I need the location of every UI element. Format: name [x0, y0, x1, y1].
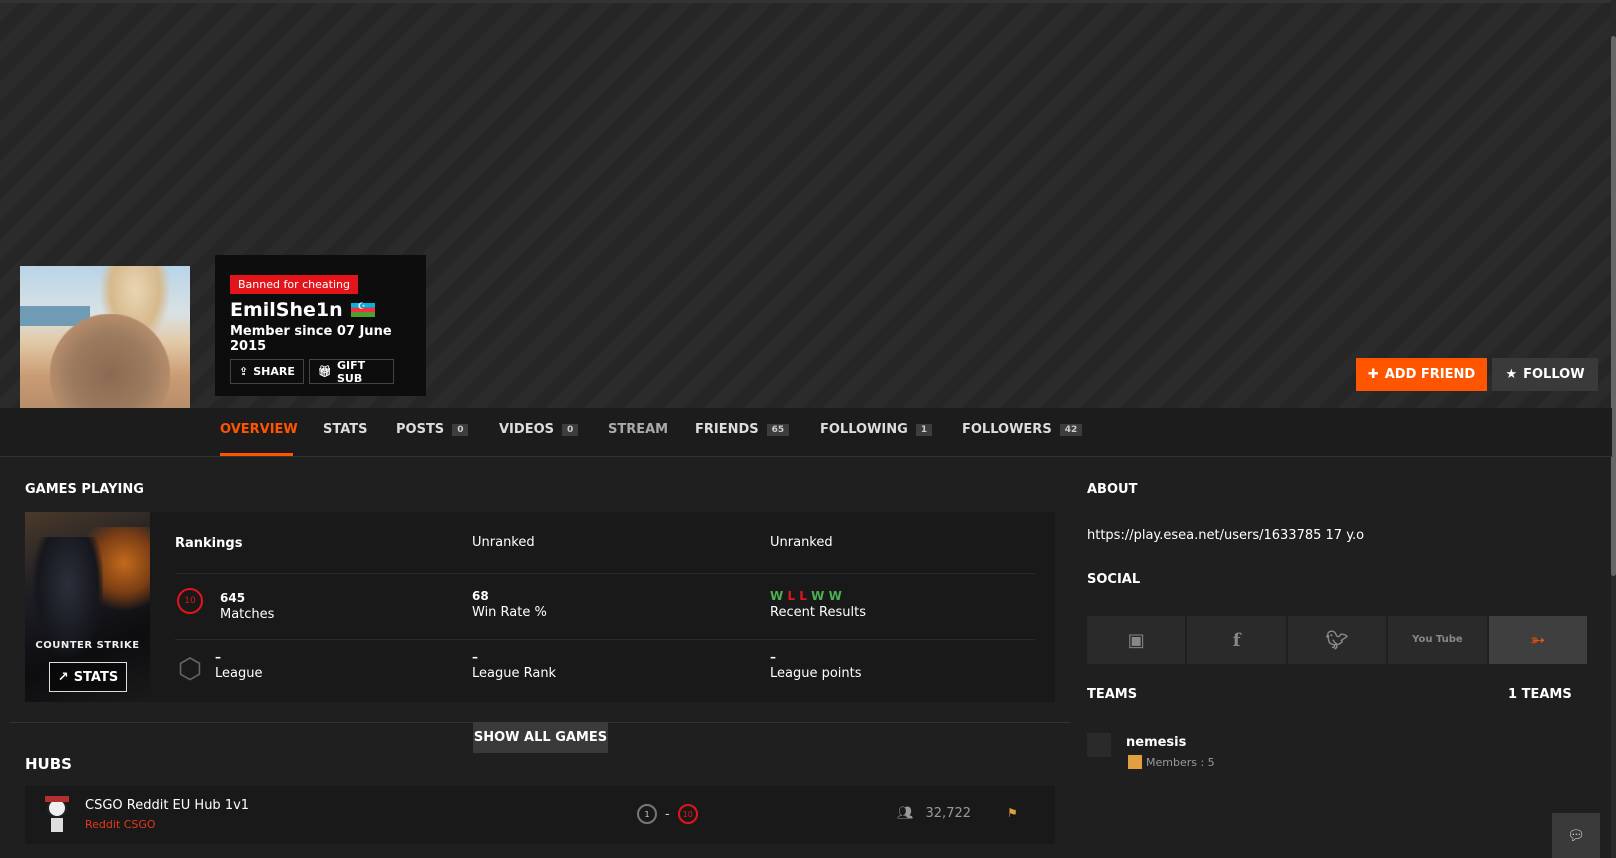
- tab-posts[interactable]: POSTS 0: [396, 422, 469, 437]
- users-icon: 👥︎: [897, 806, 914, 821]
- recent-results-stat: W L L W W Recent Results: [770, 589, 867, 620]
- rankings-label: Rankings: [175, 536, 243, 551]
- tab-count: 0: [561, 423, 579, 436]
- member-since: Member since 07 June 2015: [230, 324, 392, 354]
- teams-count: 1 TEAMS: [1508, 687, 1572, 702]
- ban-badge: Banned for cheating: [230, 275, 358, 294]
- team-logo[interactable]: [1087, 733, 1111, 757]
- league-stat: – League: [215, 650, 263, 681]
- steam-icon[interactable]: ➳: [1488, 616, 1588, 664]
- range-separator: -: [665, 806, 670, 822]
- hub-level-range: 1 - 10: [637, 804, 698, 824]
- active-tab-indicator: [220, 453, 293, 456]
- tab-count: 42: [1059, 423, 1083, 436]
- matches-stat: 645 Matches: [220, 591, 275, 622]
- stats-label: STATS: [73, 669, 119, 685]
- hub-item[interactable]: CSGO Reddit EU Hub 1v1 Reddit CSGO 1 - 1…: [25, 786, 1055, 844]
- profile-info-box: Banned for cheating EmilShe1n Member sin…: [215, 255, 426, 396]
- youtube-icon[interactable]: You Tube: [1388, 616, 1487, 664]
- league-row: ⬡ – League – League Rank – League points: [175, 640, 1035, 702]
- social-title: SOCIAL: [1087, 572, 1141, 587]
- region-flag-icon: ⚑: [1007, 806, 1018, 820]
- gift-sub-button[interactable]: 🎁︎ GIFT SUB: [309, 358, 394, 385]
- scrollbar-thumb[interactable]: [1611, 36, 1616, 576]
- league-rank-stat: – League Rank: [472, 650, 557, 681]
- tab-videos[interactable]: VIDEOS 0: [499, 422, 579, 437]
- team-rank-icon: [1128, 755, 1142, 769]
- tab-stream[interactable]: STREAM: [608, 422, 668, 437]
- reddit-alien-icon: [41, 796, 73, 834]
- twitter-icon[interactable]: 🐦︎: [1287, 616, 1387, 664]
- username: EmilShe1n: [230, 299, 343, 321]
- chat-icon[interactable]: 💬︎: [1552, 813, 1600, 858]
- team-member-count: Members : 5: [1128, 755, 1215, 769]
- game-cover-title: COUNTER STRIKE: [35, 640, 140, 651]
- rank-value-2: Unranked: [770, 535, 833, 550]
- hub-name[interactable]: CSGO Reddit EU Hub 1v1: [85, 798, 249, 813]
- add-user-icon: ✚: [1367, 367, 1379, 382]
- performance-row: 10 645 Matches 68 Win Rate % W L L W W R…: [175, 574, 1035, 640]
- tab-followers[interactable]: FOLLOWERS 42: [962, 422, 1083, 437]
- league-points-stat: – League points: [770, 650, 862, 681]
- share-label: SHARE: [253, 365, 295, 378]
- twitch-icon[interactable]: ▣: [1087, 616, 1186, 664]
- team-name[interactable]: nemesis: [1126, 735, 1186, 750]
- max-level-icon: 10: [677, 804, 698, 824]
- facebook-icon[interactable]: f: [1187, 616, 1286, 664]
- tab-count: 1: [915, 423, 933, 436]
- games-playing-title: GAMES PLAYING: [25, 482, 144, 497]
- teams-title: TEAMS: [1087, 687, 1138, 702]
- username-row: EmilShe1n: [230, 299, 375, 321]
- follow-label: FOLLOW: [1523, 367, 1585, 382]
- min-level-icon: 1: [637, 804, 657, 824]
- tab-friends[interactable]: FRIENDS 65: [695, 422, 790, 437]
- skill-level-icon: 10: [177, 588, 203, 614]
- rank-value-1: Unranked: [472, 535, 535, 550]
- hub-organizer[interactable]: Reddit CSGO: [85, 818, 156, 831]
- league-hex-icon: ⬡: [177, 652, 203, 685]
- tab-following[interactable]: FOLLOWING 1: [820, 422, 933, 437]
- about-title: ABOUT: [1087, 482, 1138, 497]
- social-links: ▣ f 🐦︎ You Tube ➳: [1087, 616, 1588, 664]
- rankings-row: Rankings Unranked Unranked: [175, 512, 1035, 574]
- gift-icon: 🎁︎: [318, 365, 332, 378]
- tab-stats[interactable]: STATS: [323, 422, 368, 437]
- add-friend-button[interactable]: ✚ ADD FRIEND: [1356, 358, 1487, 391]
- recent-results: W L L W W: [770, 589, 842, 603]
- hub-member-count: 👥︎ 32,722: [897, 806, 972, 821]
- hubs-title: HUBS: [25, 755, 72, 773]
- show-all-games-button[interactable]: SHOW ALL GAMES: [473, 722, 608, 753]
- winrate-stat: 68 Win Rate %: [472, 589, 547, 620]
- profile-tabs: OVERVIEW STATS POSTS 0 VIDEOS 0 STREAM FRI…: [0, 408, 1612, 457]
- share-button[interactable]: ⇪ SHARE: [230, 359, 304, 384]
- game-stats-button[interactable]: ↗ STATS: [49, 662, 127, 692]
- add-friend-label: ADD FRIEND: [1384, 367, 1476, 382]
- country-flag-icon: [350, 302, 375, 317]
- about-text: https://play.esea.net/users/1633785 17 y…: [1087, 528, 1365, 543]
- follow-button[interactable]: ★ FOLLOW: [1492, 358, 1598, 391]
- game-card: COUNTER STRIKE ↗ STATS Rankings Unranked…: [25, 512, 1055, 702]
- trend-icon: ↗: [57, 669, 69, 685]
- share-icon: ⇪: [239, 365, 249, 378]
- star-icon: ★: [1505, 367, 1518, 382]
- gift-label: GIFT SUB: [336, 358, 366, 385]
- tab-overview[interactable]: OVERVIEW: [220, 422, 298, 437]
- tab-count: 0: [452, 423, 469, 436]
- tab-count: 65: [766, 423, 790, 436]
